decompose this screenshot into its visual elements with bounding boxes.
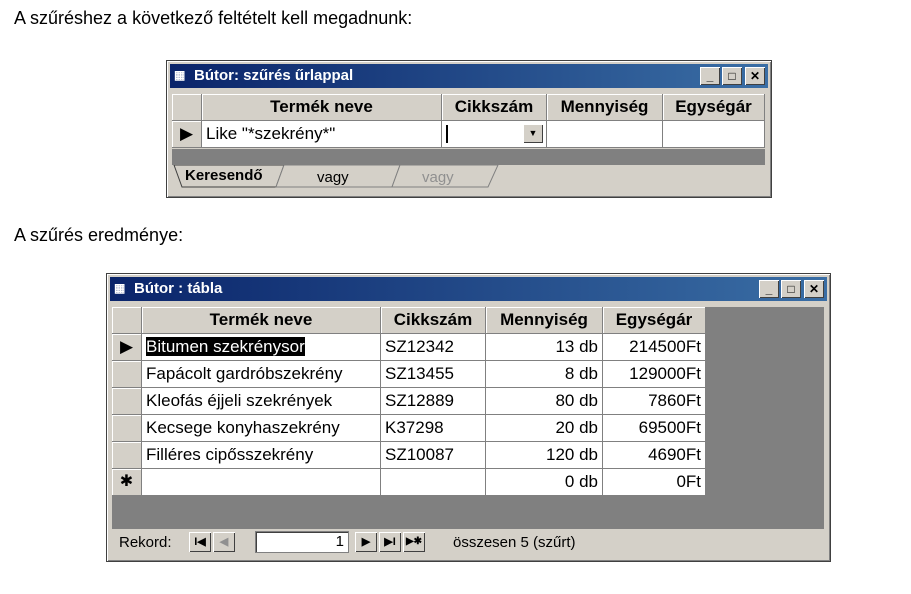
cell-product-name[interactable]: Kecsege konyhaszekrény [142,415,381,442]
maximize-button[interactable]: □ [722,67,742,85]
column-header[interactable]: Mennyiség [486,307,603,334]
criteria-cell-price[interactable] [663,121,765,148]
previous-record-button[interactable]: ◀ [213,532,235,552]
filter-grid: Termék neve Cikkszám Mennyiség Egységár … [172,94,765,148]
close-button[interactable]: ✕ [804,280,824,298]
cell-price[interactable]: 4690Ft [603,442,706,469]
row-selector-current[interactable]: ▶ [112,334,142,361]
dropdown-arrow-icon[interactable]: ▼ [523,124,543,143]
row-selector[interactable] [112,415,142,442]
filter-window-titlebar[interactable]: ▦ Bútor: szűrés űrlappal _ □ ✕ [170,64,768,88]
tab-vagy-2[interactable]: vagy [422,169,454,186]
corner-selector[interactable] [172,94,202,121]
criteria-cell-product-name[interactable]: Like "*szekrény*" [202,121,442,148]
new-record-icon[interactable]: ✱ [112,469,142,496]
table-window-titlebar[interactable]: ▦ Bútor : tábla _ □ ✕ [110,277,827,301]
criteria-cell-code[interactable]: ▼ [442,121,547,148]
criteria-cell-quantity[interactable] [547,121,663,148]
tab-keresendo[interactable]: Keresendő [185,167,263,184]
row-selector[interactable] [112,388,142,415]
tab-vagy-1[interactable]: vagy [317,169,349,186]
cell-product-name[interactable]: Bitumen szekrénysor [146,337,305,356]
record-label: Rekord: [119,534,172,551]
last-record-button[interactable]: ▶I [379,532,401,552]
table-grid: Termék neve Cikkszám Mennyiség Egységár … [112,307,706,496]
maximize-button[interactable]: □ [781,280,801,298]
cell-code[interactable]: K37298 [381,415,486,442]
grid-empty-area [172,149,765,165]
filter-window: ▦ Bútor: szűrés űrlappal _ □ ✕ Termék ne… [166,60,772,198]
cell-code[interactable]: SZ12889 [381,388,486,415]
minimize-button[interactable]: _ [700,67,720,85]
minimize-button[interactable]: _ [759,280,779,298]
cell-code[interactable]: SZ10087 [381,442,486,469]
row-selector[interactable] [112,361,142,388]
datasheet-icon: ▦ [114,281,126,295]
cell-price[interactable]: 129000Ft [603,361,706,388]
cell-quantity[interactable]: 13 db [486,334,603,361]
datasheet-icon: ▦ [174,68,186,82]
cell-product-name[interactable]: Filléres cipősszekrény [142,442,381,469]
row-selector[interactable] [112,442,142,469]
cell-quantity[interactable]: 20 db [486,415,603,442]
column-header[interactable]: Egységár [603,307,706,334]
cell-price[interactable]: 7860Ft [603,388,706,415]
intro-text: A szűréshez a következő feltételt kell m… [14,8,413,28]
new-cell-quantity[interactable]: 0 db [486,469,603,496]
column-header[interactable]: Termék neve [202,94,442,121]
column-header[interactable]: Mennyiség [547,94,663,121]
row-selector-current[interactable]: ▶ [172,121,202,148]
result-text: A szűrés eredménye: [14,225,184,245]
new-cell-code[interactable] [381,469,486,496]
record-count: összesen 5 (szűrt) [453,534,576,551]
cell-price[interactable]: 69500Ft [603,415,706,442]
close-button[interactable]: ✕ [745,67,765,85]
next-record-button[interactable]: ▶ [355,532,377,552]
corner-selector[interactable] [112,307,142,334]
column-header[interactable]: Cikkszám [381,307,486,334]
column-header[interactable]: Termék neve [142,307,381,334]
cell-product-name[interactable]: Kleofás éjjeli szekrények [142,388,381,415]
record-number-input[interactable]: 1 [255,531,349,553]
cell-product-name[interactable]: Fapácolt gardróbszekrény [142,361,381,388]
column-header[interactable]: Egységár [663,94,765,121]
table-row[interactable]: Bitumen szekrénysor [142,334,381,361]
cell-quantity[interactable]: 120 db [486,442,603,469]
new-cell-product-name[interactable] [142,469,381,496]
cell-code[interactable]: SZ12342 [381,334,486,361]
cell-code[interactable]: SZ13455 [381,361,486,388]
cell-price[interactable]: 214500Ft [603,334,706,361]
table-window: ▦ Bútor : tábla _ □ ✕ Termék neve Cikksz… [106,273,831,562]
text-cursor [446,125,448,143]
cell-quantity[interactable]: 80 db [486,388,603,415]
first-record-button[interactable]: I◀ [189,532,211,552]
filter-window-title: Bútor: szűrés űrlappal [194,67,354,84]
column-header[interactable]: Cikkszám [442,94,547,121]
cell-quantity[interactable]: 8 db [486,361,603,388]
new-cell-price[interactable]: 0Ft [603,469,706,496]
new-record-button[interactable]: ▶✱ [403,532,425,552]
table-window-title: Bútor : tábla [134,280,223,297]
